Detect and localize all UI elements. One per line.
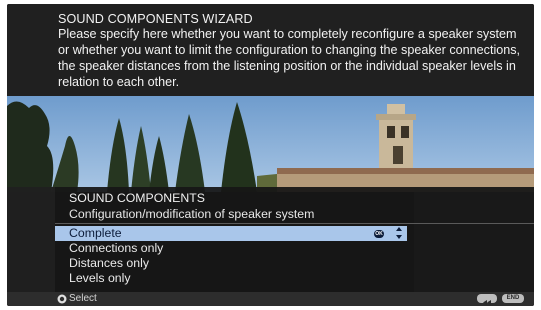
ok-icon: OK: [374, 230, 384, 238]
end-icon[interactable]: END: [502, 294, 524, 303]
menu-divider: [55, 223, 534, 224]
option-distances-only[interactable]: Distances only: [55, 256, 407, 271]
background-landscape: [7, 96, 534, 192]
wizard-title: SOUND COMPONENTS WIZARD: [58, 12, 253, 26]
menu-subtitle: Configuration/modification of speaker sy…: [69, 207, 315, 221]
option-complete[interactable]: Complete: [55, 226, 407, 241]
menu-title: SOUND COMPONENTS: [69, 191, 205, 205]
option-connections-only[interactable]: Connections only: [55, 241, 407, 256]
tv-screen: SOUND COMPONENTS WIZARD Please specify h…: [7, 4, 534, 306]
up-down-arrows-icon: [396, 227, 402, 239]
menu-left-strip: [7, 187, 55, 294]
menu-right-shade: [414, 187, 534, 294]
option-levels-only[interactable]: Levels only: [55, 271, 407, 286]
wizard-description: Please specify here whether you want to …: [58, 27, 521, 89]
select-dial-icon: [57, 294, 67, 304]
back-icon[interactable]: [477, 294, 497, 305]
select-label: Select: [69, 293, 97, 304]
